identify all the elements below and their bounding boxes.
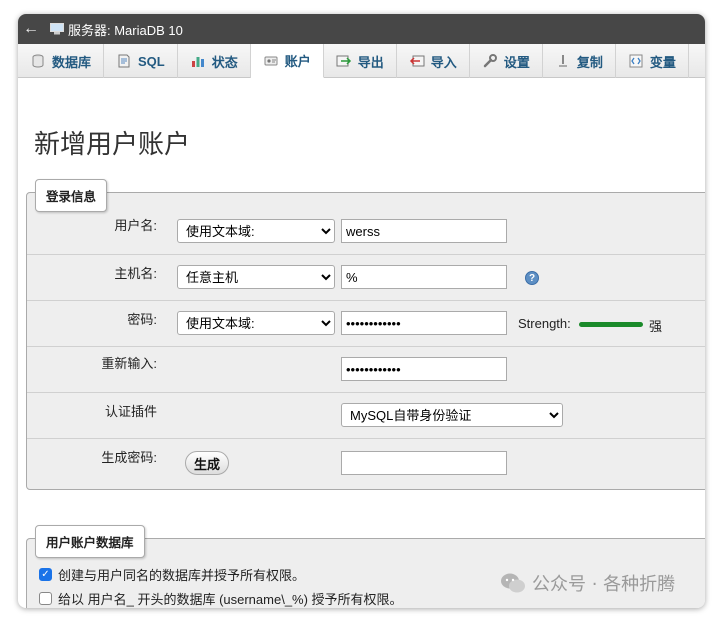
strength-label: Strength: <box>518 316 571 331</box>
server-bar: ← 服务器: MariaDB 10 <box>18 14 705 44</box>
help-icon[interactable]: ? <box>525 271 539 285</box>
reenter-row: 重新输入: <box>27 347 705 393</box>
sql-icon <box>118 54 130 68</box>
reenter-password-input[interactable] <box>341 357 507 381</box>
user-db-legend: 用户账户数据库 <box>35 525 145 558</box>
watermark: 公众号 · 各种折腾 <box>500 570 675 596</box>
option-grant-prefix-db[interactable]: 给以 用户名_ 开头的数据库 (username\_%) 授予所有权限。 <box>39 589 403 608</box>
reenter-label: 重新输入: <box>101 356 157 371</box>
username-type-select[interactable]: 使用文本域: <box>177 219 335 243</box>
tab-label: 复制 <box>576 54 603 70</box>
tab-variables[interactable]: 变量 <box>616 44 689 78</box>
wechat-icon <box>501 573 525 593</box>
server-icon <box>50 23 64 35</box>
tab-label: 导出 <box>357 54 384 70</box>
watermark-text: 公众号 · 各种折腾 <box>532 574 676 595</box>
generate-row: 生成密码: 生成 <box>27 439 705 489</box>
tab-label: 账户 <box>284 54 311 69</box>
option-label: 给以 用户名_ 开头的数据库 (username\_%) 授予所有权限。 <box>58 592 403 607</box>
tab-import[interactable]: 导入 <box>397 44 470 78</box>
tab-label: 数据库 <box>52 54 92 70</box>
accounts-icon <box>264 56 278 65</box>
auth-plugin-select[interactable]: MySQL自带身份验证 <box>341 403 563 427</box>
tab-label: SQL <box>138 53 165 69</box>
hostname-type-select[interactable]: 任意主机 <box>177 265 335 289</box>
password-type-select[interactable]: 使用文本域: <box>177 311 335 335</box>
generate-label: 生成密码: <box>101 450 157 465</box>
tab-label: 设置 <box>503 54 530 70</box>
status-icon <box>191 57 204 67</box>
tab-accounts[interactable]: 账户 <box>250 44 324 78</box>
auth-plugin-label: 认证插件 <box>104 404 157 419</box>
login-info-fieldset: 登录信息 用户名: 使用文本域: 主机名: 任意主机 ? 密码: 使用文本 <box>26 179 705 490</box>
back-arrow-icon[interactable]: ← <box>18 14 44 44</box>
username-row: 用户名: 使用文本域: <box>27 193 705 255</box>
tab-export[interactable]: 导出 <box>324 44 397 78</box>
server-title: 服务器: MariaDB 10 <box>68 22 183 38</box>
username-label: 用户名: <box>114 218 157 233</box>
hostname-input[interactable] <box>341 265 507 289</box>
tab-status[interactable]: 状态 <box>178 44 251 78</box>
tab-sql[interactable]: SQL <box>104 44 178 78</box>
checkbox-checked[interactable]: ✓ <box>39 568 52 581</box>
main-tabs: 数据库 SQL 状态 账户 导出 导入 设置 复制 变量 <box>18 44 705 78</box>
tab-label: 变量 <box>649 54 676 70</box>
password-input[interactable] <box>341 311 507 335</box>
replication-icon <box>558 55 567 67</box>
hostname-row: 主机名: 任意主机 ? <box>27 255 705 301</box>
database-icon <box>32 54 44 68</box>
option-create-same-name-db[interactable]: ✓ 创建与用户同名的数据库并授予所有权限。 <box>39 565 305 584</box>
tab-settings[interactable]: 设置 <box>470 44 543 78</box>
checkbox-unchecked[interactable] <box>39 592 52 605</box>
tab-label: 导入 <box>430 54 457 70</box>
hostname-label: 主机名: <box>114 266 157 281</box>
generated-password-input[interactable] <box>341 451 507 475</box>
app-window: ← 服务器: MariaDB 10 数据库 SQL 状态 账户 导出 导入 设置… <box>18 14 705 608</box>
tab-label: 状态 <box>211 54 238 70</box>
option-label: 创建与用户同名的数据库并授予所有权限。 <box>58 568 306 583</box>
export-icon <box>336 55 351 67</box>
page-title: 新增用户账户 <box>34 130 191 160</box>
password-label: 密码: <box>127 312 157 327</box>
username-input[interactable] <box>341 219 507 243</box>
strength-meter <box>579 322 643 327</box>
variables-icon <box>629 54 643 68</box>
strength-word: 强 <box>649 319 663 334</box>
tab-databases[interactable]: 数据库 <box>18 44 105 78</box>
tab-replication[interactable]: 复制 <box>543 44 616 78</box>
auth-plugin-row: 认证插件 MySQL自带身份验证 <box>27 393 705 439</box>
settings-wrench-icon <box>483 54 497 68</box>
password-row: 密码: 使用文本域: Strength: 强 <box>27 301 705 347</box>
import-icon <box>409 55 425 67</box>
generate-button[interactable]: 生成 <box>185 451 230 475</box>
